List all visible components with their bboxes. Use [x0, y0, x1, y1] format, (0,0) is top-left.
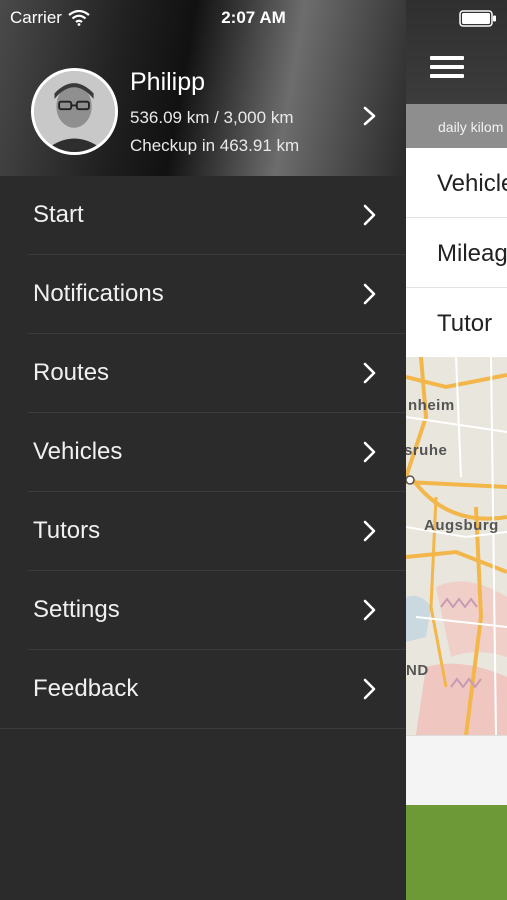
menu-item-label: Tutors	[33, 517, 101, 544]
map-city-label: nheim	[408, 397, 455, 414]
profile-checkup: Checkup in 463.91 km	[130, 136, 300, 155]
map-view[interactable]: nheim sruhe Augsburg ND	[406, 357, 507, 735]
menu-item-label: Feedback	[33, 675, 139, 702]
menu-item-label: Settings	[33, 596, 120, 623]
menu-item-settings[interactable]: Settings	[0, 571, 406, 650]
content-footer-bar	[406, 735, 507, 805]
map-region-label: ND	[406, 662, 429, 679]
content-list-item-vehicle[interactable]: Vehicle	[406, 148, 507, 218]
chevron-right-icon	[363, 520, 376, 542]
menu-list: Start Notifications Routes Vehicles Tuto…	[0, 176, 406, 729]
menu-item-feedback[interactable]: Feedback	[0, 650, 406, 729]
chevron-right-icon	[363, 362, 376, 384]
menu-item-label: Notifications	[33, 280, 164, 307]
chevron-right-icon	[363, 283, 376, 305]
status-time: 2:07 AM	[221, 8, 286, 27]
menu-item-vehicles[interactable]: Vehicles	[0, 413, 406, 492]
chevron-right-icon	[363, 106, 376, 126]
chevron-right-icon	[363, 678, 376, 700]
menu-item-tutors[interactable]: Tutors	[0, 492, 406, 571]
menu-item-notifications[interactable]: Notifications	[0, 255, 406, 334]
profile-distance: 536.09 km / 3,000 km	[130, 108, 294, 127]
content-list-item-mileage[interactable]: Mileag	[406, 218, 507, 288]
content-subheader: daily kilom	[406, 104, 507, 148]
status-bar: Carrier 2:07 AM	[0, 0, 507, 38]
menu-item-label: Start	[33, 201, 84, 228]
avatar	[31, 68, 118, 155]
chevron-right-icon	[363, 204, 376, 226]
side-menu: Philipp 536.09 km / 3,000 km Checkup in …	[0, 0, 406, 900]
map-city-label: sruhe	[406, 442, 448, 459]
menu-item-label: Routes	[33, 359, 110, 386]
hamburger-menu-icon[interactable]	[430, 56, 464, 78]
battery-icon	[459, 10, 496, 27]
main-content-panel: daily kilom Vehicle Mileag Tutor nheim s…	[406, 0, 507, 900]
chevron-right-icon	[363, 599, 376, 621]
profile-name: Philipp	[130, 68, 206, 96]
menu-item-label: Vehicles	[33, 438, 123, 465]
map-city-label: Augsburg	[424, 517, 499, 534]
menu-item-start[interactable]: Start	[0, 176, 406, 255]
content-list: Vehicle Mileag Tutor	[406, 148, 507, 358]
chevron-right-icon	[363, 441, 376, 463]
menu-item-routes[interactable]: Routes	[0, 334, 406, 413]
content-list-item-tutor[interactable]: Tutor	[406, 288, 507, 358]
content-action-bar[interactable]	[406, 805, 507, 900]
